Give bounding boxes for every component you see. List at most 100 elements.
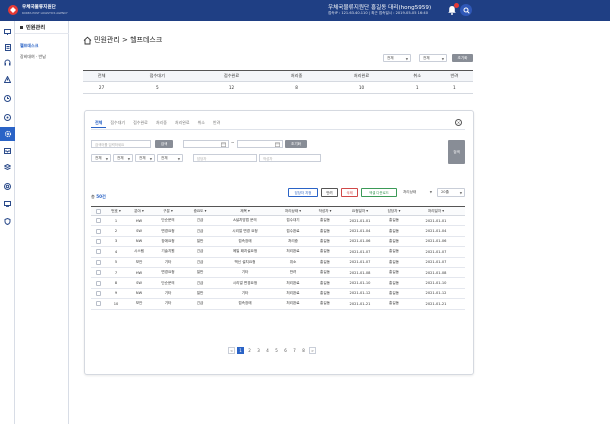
status-select[interactable]: 전체 ▼ <box>157 154 183 162</box>
cell-number: 8 <box>105 277 127 289</box>
assign-manager-button[interactable]: 담당자 지정 <box>288 188 318 197</box>
chevron-down-icon: ▼ <box>441 57 444 61</box>
nav-history[interactable] <box>0 91 15 105</box>
filter-select-2-value: 전체 <box>423 55 430 60</box>
close-icon[interactable]: × <box>455 119 462 126</box>
row-checkbox[interactable] <box>95 280 101 286</box>
side-menu-item-helpdesk[interactable]: 헬프데스크 <box>20 43 38 49</box>
status-tabs: 전체 접수대기 접수완료 처리중 처리완료 취소 반려 <box>91 117 224 129</box>
writer-input[interactable]: 작성자 <box>259 154 321 162</box>
nav-target[interactable] <box>0 179 15 193</box>
row-checkbox[interactable] <box>95 249 101 255</box>
filter-reset-button[interactable]: 초기화 <box>452 54 473 62</box>
page-link[interactable]: 5 <box>273 347 280 354</box>
nav-stack[interactable] <box>0 160 15 174</box>
excel-download-button[interactable]: 엑셀 다운로드 <box>361 188 397 197</box>
keyword-input[interactable]: 검색어를 입력하세요 <box>91 140 151 148</box>
next-page-button[interactable]: > <box>309 347 316 354</box>
priority-select-value: 전체 <box>139 155 146 160</box>
manager-input[interactable]: 담당자 <box>193 154 257 162</box>
end-date-input[interactable] <box>237 140 283 148</box>
global-search-button[interactable] <box>460 4 472 16</box>
col-header[interactable]: 처리일자 ▾ <box>407 206 465 216</box>
tab-completed[interactable]: 처리완료 <box>171 117 194 128</box>
reject-button[interactable]: 반려 <box>321 188 338 197</box>
row-checkbox[interactable] <box>95 301 101 307</box>
priority-select[interactable]: 전체 ▼ <box>135 154 155 162</box>
page-link[interactable]: 7 <box>291 347 298 354</box>
cell-request-date: 2021-01-04 <box>339 225 381 237</box>
nav-monitor[interactable] <box>0 25 15 39</box>
tab-rejected[interactable]: 반려 <box>209 117 224 128</box>
row-checkbox[interactable] <box>95 290 101 296</box>
shield-icon <box>4 217 11 225</box>
page-link[interactable]: 2 <box>246 347 253 354</box>
tab-processing[interactable]: 처리중 <box>152 117 171 128</box>
table-row[interactable]: 7 HW 변경요청 일반 기타 반려 홍길동 2021-01-08 홍길동 2021-01-08 <box>91 267 465 279</box>
tab-received[interactable]: 접수완료 <box>129 117 152 128</box>
page-link[interactable]: 3 <box>255 347 262 354</box>
start-date-input[interactable] <box>183 140 229 148</box>
row-checkbox[interactable] <box>95 259 101 265</box>
table-row[interactable]: 8 SW 단순문의 긴급 시리얼 변경요청 처리완료 홍길동 2021-01-10 홍길동 202… <box>91 277 465 289</box>
page-link[interactable]: 1 <box>237 347 244 354</box>
cell-number: 10 <box>105 298 127 310</box>
table-row[interactable]: 1 HW 단순문의 긴급 A설치방법 문의 접수대기 홍길동 2021-01-01 홍길동 202… <box>91 215 465 227</box>
row-checkbox[interactable] <box>95 228 101 234</box>
status-filter-select[interactable]: 처리상태 ▼ <box>400 188 434 197</box>
tab-cancelled[interactable]: 취소 <box>194 117 209 128</box>
page-size-select[interactable]: 20줄 ▼ <box>437 188 465 197</box>
page-link[interactable]: 6 <box>282 347 289 354</box>
col-header[interactable]: 중요도 ▾ <box>185 206 215 216</box>
nav-inbox[interactable] <box>0 144 15 158</box>
filter-select-1[interactable]: 전체 ▼ <box>383 54 411 62</box>
table-row[interactable]: 2 SW 변경요청 긴급 시리얼 변경 요청 접수완료 홍길동 2021-01-04 홍길동 20… <box>91 225 465 237</box>
nav-alert[interactable] <box>0 72 15 86</box>
delete-button[interactable]: 삭제 <box>341 188 358 197</box>
notification-bell-icon[interactable] <box>446 3 459 16</box>
col-header[interactable]: 처리상태 ▾ <box>275 206 311 216</box>
keyword-search-button[interactable]: 검색 <box>155 140 173 148</box>
col-header[interactable]: 작성자 ▾ <box>311 206 339 216</box>
cell-priority: 긴급 <box>185 277 215 289</box>
date-reset-button[interactable]: 초기화 <box>285 140 307 148</box>
stat-value: 10 <box>324 81 399 94</box>
nav-settings[interactable] <box>0 110 15 124</box>
nav-document[interactable] <box>0 40 15 54</box>
select-all-checkbox[interactable] <box>95 208 101 214</box>
row-checkbox[interactable] <box>95 238 101 244</box>
field-select[interactable]: 전체 ▼ <box>91 154 111 162</box>
row-checkbox[interactable] <box>95 270 101 276</box>
cell-manager: 홍길동 <box>381 298 407 310</box>
col-header[interactable]: 요청일자 ▾ <box>339 206 381 216</box>
tab-waiting[interactable]: 접수대기 <box>106 117 129 128</box>
chevron-down-icon: ▼ <box>105 157 108 161</box>
col-header[interactable]: 구분 ▾ <box>151 206 185 216</box>
prev-page-button[interactable]: < <box>228 347 235 354</box>
home-icon[interactable] <box>83 36 92 45</box>
nav-screen[interactable] <box>0 197 15 211</box>
table-row[interactable]: 3 NW 장애요청 일반 접속장애 처리중 홍길동 2021-01-06 홍길동 2021-01-… <box>91 236 465 248</box>
page-link[interactable]: 4 <box>264 347 271 354</box>
search-button[interactable]: 검색 <box>448 140 465 164</box>
nav-complaints[interactable] <box>0 127 15 141</box>
row-checkbox[interactable] <box>95 218 101 224</box>
nav-security[interactable] <box>0 214 15 228</box>
table-row[interactable]: 4 시스템 기술지원 긴급 메일 패치설요청 처리완료 홍길동 2021-01-07 홍길동 20… <box>91 246 465 258</box>
category-select[interactable]: 전체 ▼ <box>113 154 133 162</box>
table-row[interactable]: 9 NW 기타 일반 기타 처리완료 홍길동 2021-01-12 홍길동 2021-01-12 <box>91 288 465 300</box>
cell-priority: 일반 <box>185 288 215 300</box>
col-header[interactable]: 담당자 ▾ <box>381 206 407 216</box>
filter-select-2[interactable]: 전체 ▼ <box>419 54 447 62</box>
page-link[interactable]: 8 <box>300 347 307 354</box>
col-header[interactable]: 번호 ▾ <box>105 206 127 216</box>
table-row[interactable]: 10 보안 기타 긴급 접속장애 처리완료 홍길동 2021-01-21 홍길동 2021-01-… <box>91 298 465 310</box>
document-icon <box>4 43 11 51</box>
nav-helpdesk[interactable] <box>0 55 15 69</box>
col-header[interactable]: 분야 ▾ <box>127 206 151 216</box>
side-menu-item-equipment[interactable]: 장비대여 · 반납 <box>20 54 46 60</box>
table-row[interactable]: 5 보안 기타 긴급 백신 설치요청 취소 홍길동 2021-01-07 홍길동 2021-01-… <box>91 257 465 268</box>
search-icon <box>463 7 470 14</box>
tab-all[interactable]: 전체 <box>91 117 107 128</box>
col-header[interactable]: 제목 ▾ <box>215 206 275 216</box>
